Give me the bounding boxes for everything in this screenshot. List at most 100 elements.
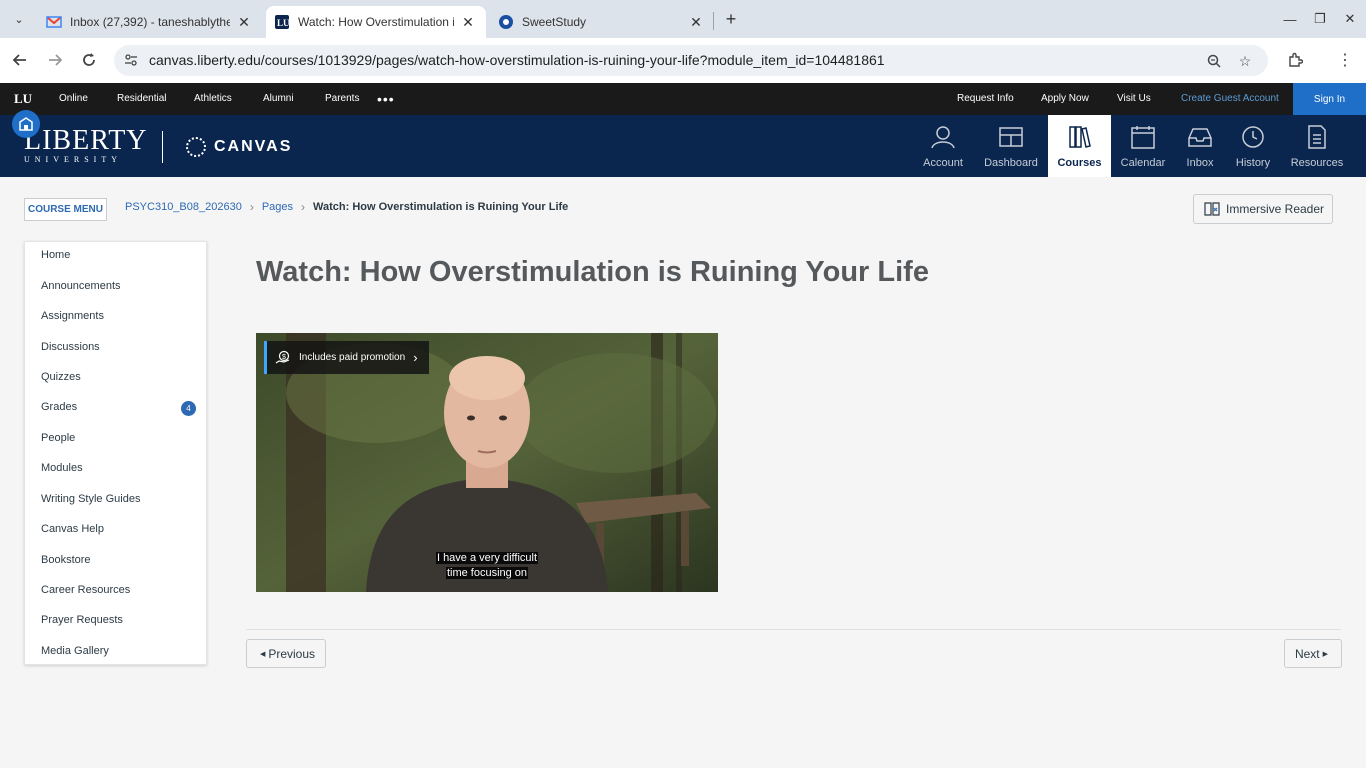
nav-link-visit-us[interactable]: Visit Us <box>1117 93 1151 104</box>
canvas-ring-icon <box>186 137 206 157</box>
global-nav-label: History <box>1235 157 1271 169</box>
global-nav-label: Inbox <box>1186 157 1214 169</box>
history-icon <box>1242 126 1264 148</box>
nav-link-residential[interactable]: Residential <box>117 93 166 104</box>
more-menu-icon[interactable]: ⋮ <box>1333 48 1357 72</box>
sidebar-item-grades[interactable]: Grades <box>41 401 77 413</box>
liberty-icon: LU <box>274 14 290 30</box>
sidebar-item-modules[interactable]: Modules <box>41 462 83 474</box>
close-tab-icon[interactable]: ✕ <box>688 14 704 30</box>
sidebar-item-writing-style-guides[interactable]: Writing Style Guides <box>41 493 140 505</box>
bookmark-star-icon[interactable]: ☆ <box>1235 51 1255 71</box>
svg-text:$: $ <box>282 354 286 361</box>
site-settings-icon[interactable] <box>124 53 138 67</box>
nav-link-apply-now[interactable]: Apply Now <box>1041 93 1089 104</box>
extensions-icon[interactable] <box>1283 48 1307 72</box>
nav-link-online[interactable]: Online <box>59 93 88 104</box>
logo-university-text: UNIVERSITY <box>24 155 122 164</box>
sidebar-item-discussions[interactable]: Discussions <box>41 341 100 353</box>
address-bar[interactable]: canvas.liberty.edu/courses/1013929/pages… <box>114 45 1268 76</box>
dashboard-icon <box>999 127 1023 147</box>
global-nav-label: Resources <box>1290 157 1344 169</box>
chevron-right-icon: › <box>413 350 418 365</box>
back-arrow-icon[interactable] <box>8 48 32 72</box>
tab-title: Inbox (27,392) - taneshablythe <box>70 15 230 29</box>
nav-link-athletics[interactable]: Athletics <box>194 93 232 104</box>
tab-title: Watch: How Overstimulation is <box>298 15 454 29</box>
breadcrumb-course-link[interactable]: PSYC310_B08_202630 <box>125 201 242 213</box>
canvas-logo-text: CANVAS <box>214 138 293 155</box>
lu-logo[interactable]: LU <box>14 91 32 107</box>
reload-icon[interactable] <box>77 48 101 72</box>
minimize-icon[interactable]: — <box>1279 8 1301 30</box>
browser-toolbar: canvas.liberty.edu/courses/1013929/pages… <box>0 38 1366 83</box>
previous-button[interactable]: ◀ Previous <box>246 639 326 668</box>
create-guest-account-link[interactable]: Create Guest Account <box>1181 93 1279 104</box>
nav-link-alumni[interactable]: Alumni <box>263 93 294 104</box>
sidebar-item-assignments[interactable]: Assignments <box>41 310 104 322</box>
header-divider <box>162 131 163 163</box>
sidebar-item-bookstore[interactable]: Bookstore <box>41 554 91 566</box>
global-nav-label: Dashboard <box>984 157 1038 169</box>
tab-search-chevron-icon[interactable]: ⌄ <box>8 8 30 30</box>
tab-title: SweetStudy <box>522 15 587 29</box>
course-menu-button[interactable]: COURSE MENU <box>24 198 107 221</box>
close-window-icon[interactable]: ✕ <box>1339 8 1361 30</box>
global-nav-courses[interactable]: Courses <box>1048 115 1111 177</box>
sidebar-item-announcements[interactable]: Announcements <box>41 280 121 292</box>
sign-in-button[interactable]: Sign In <box>1293 83 1366 115</box>
logo-liberty-text: LIBERTY <box>24 125 148 156</box>
close-tab-icon[interactable]: ✕ <box>236 14 252 30</box>
new-tab-icon[interactable]: + <box>720 8 742 30</box>
paid-promotion-notice[interactable]: $ Includes paid promotion › <box>264 341 429 374</box>
immersive-reader-icon <box>1204 202 1220 216</box>
inbox-icon <box>1188 128 1212 147</box>
sweetstudy-icon <box>498 14 514 30</box>
course-navigation: Home Announcements Assignments Discussio… <box>24 241 207 665</box>
canvas-logo[interactable]: CANVAS <box>186 137 292 157</box>
tab-gmail[interactable]: Inbox (27,392) - taneshablythe ✕ <box>38 6 262 38</box>
global-nav-calendar[interactable]: Calendar <box>1118 115 1168 177</box>
breadcrumb-pages-link[interactable]: Pages <box>262 201 293 213</box>
sidebar-item-home[interactable]: Home <box>41 249 70 261</box>
global-nav-resources[interactable]: Resources <box>1289 115 1345 177</box>
sidebar-item-canvas-help[interactable]: Canvas Help <box>41 523 104 535</box>
sidebar-item-media-gallery[interactable]: Media Gallery <box>41 645 109 657</box>
url-text: canvas.liberty.edu/courses/1013929/pages… <box>149 52 885 68</box>
sidebar-item-quizzes[interactable]: Quizzes <box>41 371 81 383</box>
sidebar-item-prayer-requests[interactable]: Prayer Requests <box>41 614 123 626</box>
sidebar-item-career-resources[interactable]: Career Resources <box>41 584 130 596</box>
tab-sweetstudy[interactable]: SweetStudy ✕ <box>490 6 714 38</box>
global-nav-label: Courses <box>1057 157 1102 169</box>
global-nav-inbox[interactable]: Inbox <box>1178 115 1222 177</box>
global-nav-history[interactable]: History <box>1229 115 1277 177</box>
liberty-university-logo[interactable]: LIBERTY UNIVERSITY <box>24 127 148 165</box>
immersive-reader-button[interactable]: Immersive Reader <box>1193 194 1333 224</box>
nav-link-parents[interactable]: Parents <box>325 93 359 104</box>
caption-line: I have a very difficult <box>435 552 539 564</box>
tab-canvas-page[interactable]: LU Watch: How Overstimulation is ✕ <box>266 6 486 38</box>
browser-tab-bar: ⌄ Inbox (27,392) - taneshablythe ✕ LU Wa… <box>0 0 1366 38</box>
resources-icon <box>1308 125 1326 149</box>
restore-icon[interactable]: ❐ <box>1309 8 1331 30</box>
nav-link-request-info[interactable]: Request Info <box>957 93 1014 104</box>
global-nav-dashboard[interactable]: Dashboard <box>982 115 1040 177</box>
more-links-icon[interactable]: ••• <box>377 91 395 107</box>
close-tab-icon[interactable]: ✕ <box>460 14 476 30</box>
canvas-header: LIBERTY UNIVERSITY CANVAS Account Dashbo… <box>0 115 1366 177</box>
next-button[interactable]: Next ▶ <box>1284 639 1342 668</box>
breadcrumb-current: Watch: How Overstimulation is Ruining Yo… <box>313 201 569 213</box>
previous-label: Previous <box>268 646 316 661</box>
zoom-icon[interactable] <box>1204 51 1224 71</box>
svg-text:LU: LU <box>277 18 289 28</box>
accessibility-helper-icon[interactable] <box>12 110 40 138</box>
page-title: Watch: How Overstimulation is Ruining Yo… <box>256 256 929 288</box>
global-nav-account[interactable]: Account <box>918 115 968 177</box>
sidebar-item-people[interactable]: People <box>41 432 75 444</box>
tab-separator <box>713 12 714 30</box>
caption-line: time focusing on <box>445 567 529 579</box>
right-triangle-icon: ▶ <box>1322 650 1329 658</box>
forward-arrow-icon[interactable] <box>43 48 67 72</box>
left-triangle-icon: ◀ <box>259 650 266 658</box>
breadcrumb-chevron-icon: › <box>301 200 306 214</box>
